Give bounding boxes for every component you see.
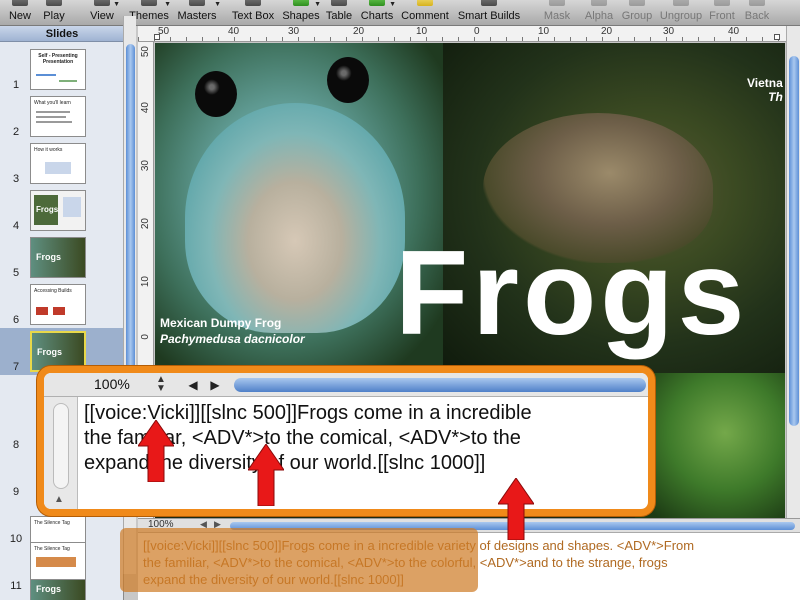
back-button[interactable]: Back xyxy=(741,0,773,26)
slides-pane-header: Slides xyxy=(0,26,124,42)
chevron-down-icon: ▼ xyxy=(214,1,221,8)
table-icon xyxy=(331,0,347,6)
alpha-icon xyxy=(591,0,607,6)
text-box-button[interactable]: Text Box xyxy=(230,0,276,26)
zoom-stepper-icon[interactable]: ▲ ▼ xyxy=(156,375,166,394)
slide-scrollbar[interactable] xyxy=(786,26,800,521)
chevron-right-icon[interactable]: ▶ xyxy=(206,376,224,394)
frog-eye-right xyxy=(327,57,369,103)
ruler-margin-marker[interactable] xyxy=(154,34,160,40)
play-icon xyxy=(46,0,62,6)
slide-thumbnail-2[interactable]: 2 What you'll learn xyxy=(0,93,123,140)
horizontal-ruler: 50 40 30 20 10 0 10 20 30 40 xyxy=(138,26,800,42)
notes-highlight-overlay xyxy=(120,528,478,592)
table-button[interactable]: Table xyxy=(324,0,354,26)
resize-grip-icon[interactable]: ▲ xyxy=(54,494,64,505)
ungroup-button[interactable]: Ungroup xyxy=(658,0,704,26)
red-arrow-slnc-tag xyxy=(498,478,534,540)
slide-thumbnail-1[interactable]: 1 Self - Presenting Presentation xyxy=(0,46,123,93)
new-icon xyxy=(12,0,28,6)
frog-body-shape xyxy=(185,103,405,333)
slide-thumbnail-4[interactable]: 4 Frogs xyxy=(0,187,123,234)
chevron-down-icon: ▼ xyxy=(164,1,171,8)
smart-builds-button[interactable]: Smart Builds xyxy=(456,0,522,26)
zoomed-notes-callout: 100% ▲ ▼ ◀ ▶ ▲ [[voice:Vicki]][[slnc 500]… xyxy=(37,366,655,516)
zoomed-gutter: ▲ xyxy=(44,397,78,509)
back-icon xyxy=(749,0,765,6)
ungroup-icon xyxy=(673,0,689,6)
charts-icon xyxy=(369,0,385,6)
slide-thumbnail-12[interactable]: Frogs xyxy=(0,576,123,600)
text-box-icon xyxy=(245,0,261,6)
group-button[interactable]: Group xyxy=(620,0,654,26)
zoomed-hscroll-thumb[interactable] xyxy=(234,378,646,392)
themes-icon xyxy=(141,0,157,6)
view-button[interactable]: View ▼ xyxy=(84,0,120,26)
caption-left[interactable]: Mexican Dumpy Frog Pachymedusa dacnicolo… xyxy=(160,315,305,347)
comment-icon xyxy=(417,0,433,6)
view-icon xyxy=(94,0,110,6)
alpha-button[interactable]: Alpha xyxy=(582,0,616,26)
mask-icon xyxy=(549,0,565,6)
charts-button[interactable]: Charts ▼ xyxy=(358,0,396,26)
mask-button[interactable]: Mask xyxy=(541,0,573,26)
caption-right[interactable]: Vietna Th xyxy=(747,76,783,104)
chevron-down-icon: ▼ xyxy=(314,1,321,8)
slide-title[interactable]: Frogs xyxy=(395,233,748,353)
masters-icon xyxy=(189,0,205,6)
slide-scrollbar-thumb[interactable] xyxy=(789,56,799,426)
smart-builds-icon xyxy=(481,0,497,6)
slide-thumbnail-5[interactable]: 5 Frogs xyxy=(0,234,123,281)
front-button[interactable]: Front xyxy=(706,0,738,26)
red-arrow-voice-tag xyxy=(138,420,174,482)
comment-button[interactable]: Comment xyxy=(400,0,450,26)
ruler-margin-marker[interactable] xyxy=(774,34,780,40)
slide-thumbnail-6[interactable]: 6 Accessing Builds xyxy=(0,281,123,328)
shapes-button[interactable]: Shapes ▼ xyxy=(281,0,321,26)
front-icon xyxy=(714,0,730,6)
group-icon xyxy=(629,0,645,6)
chevron-down-icon: ▼ xyxy=(113,1,120,8)
frog-eye-left xyxy=(195,71,237,117)
chevron-down-icon: ▼ xyxy=(389,1,396,8)
shapes-icon xyxy=(293,0,309,6)
masters-button[interactable]: Masters ▼ xyxy=(173,0,221,26)
zoomed-vscroll[interactable] xyxy=(53,403,69,489)
red-arrow-adv-tag xyxy=(248,444,284,506)
slide-thumbnail-3[interactable]: 3 How it works xyxy=(0,140,123,187)
toolbar: New Play View ▼ Themes ▼ Masters ▼ Text Box… xyxy=(0,0,800,26)
new-button[interactable]: New xyxy=(2,0,38,26)
chevron-left-icon[interactable]: ◀ xyxy=(184,376,202,394)
zoomed-notes-toolbar: 100% ▲ ▼ ◀ ▶ xyxy=(44,373,648,397)
play-button[interactable]: Play xyxy=(36,0,72,26)
frog-photo-green[interactable] xyxy=(635,373,785,523)
